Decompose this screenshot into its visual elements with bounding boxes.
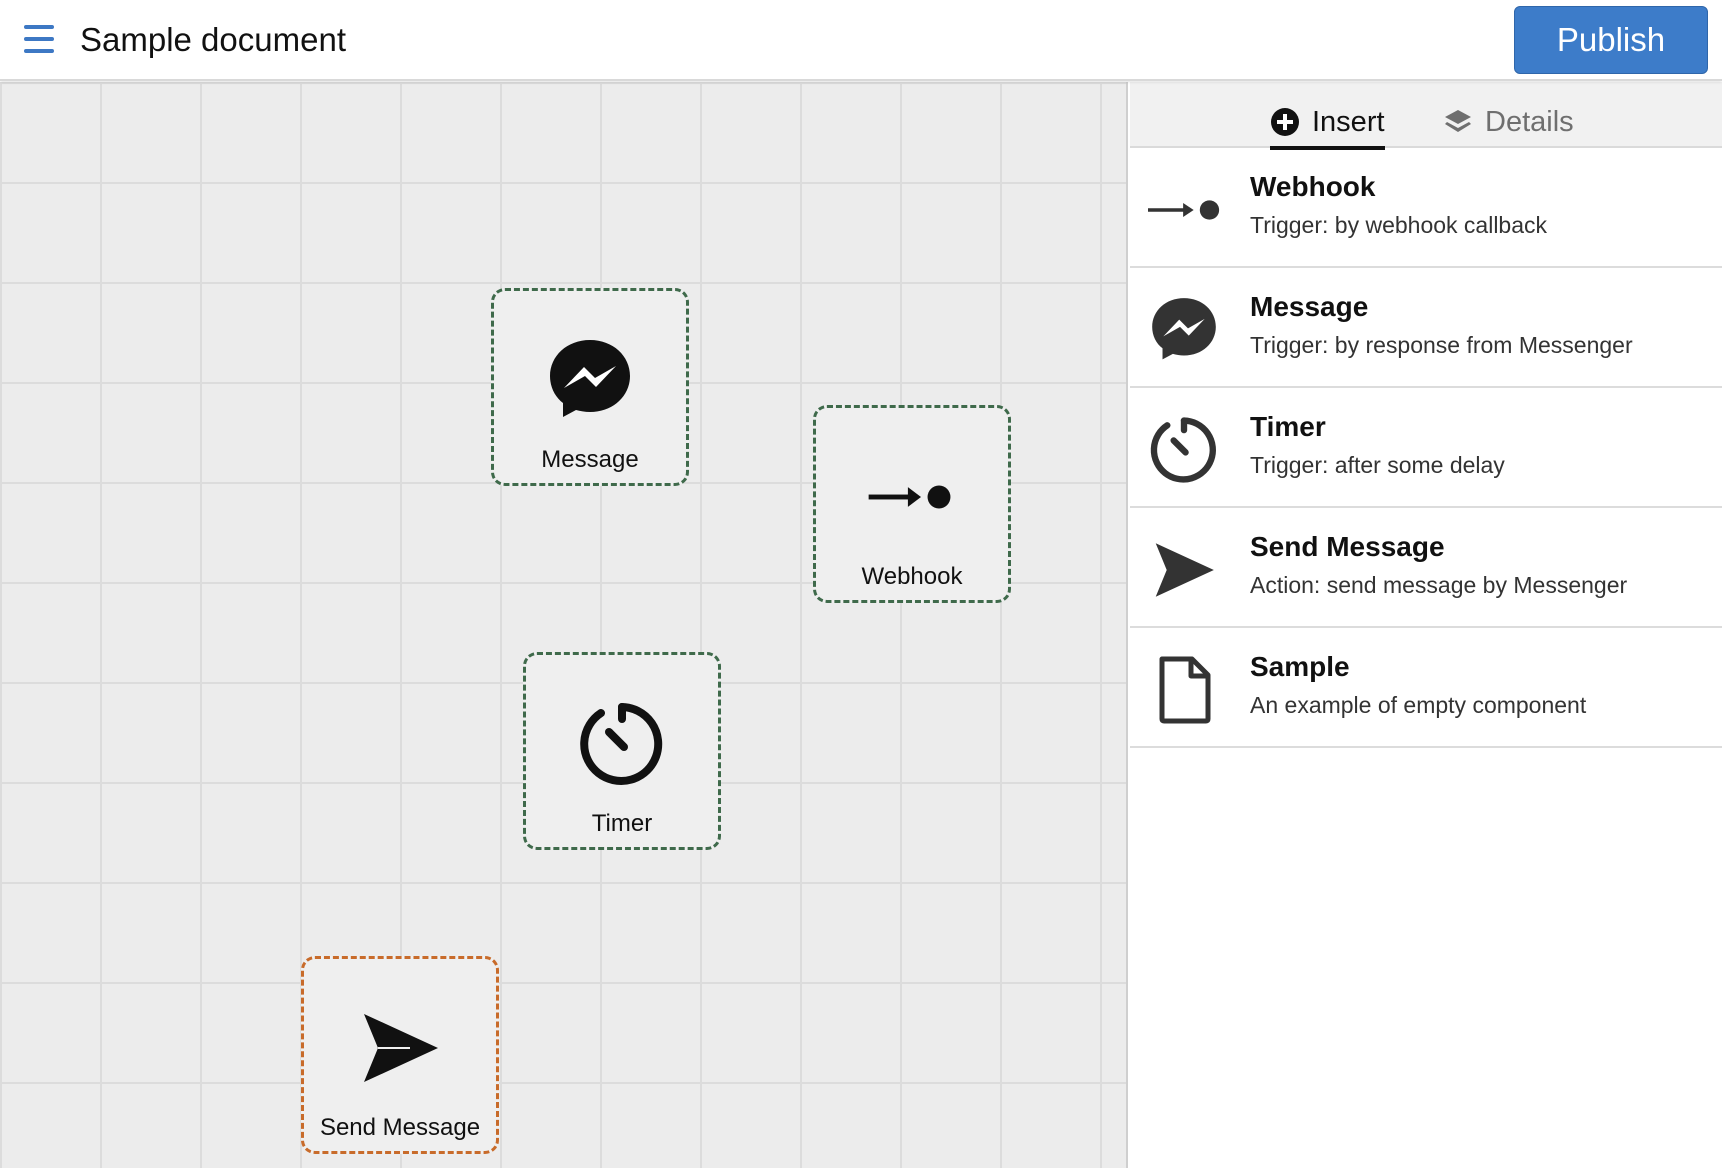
webhook-icon <box>1148 174 1220 246</box>
component-item-webhook[interactable]: Webhook Trigger: by webhook callback <box>1130 148 1722 268</box>
document-icon <box>1148 654 1220 726</box>
side-panel: Insert Details Webhook Trigger: by webho… <box>1130 82 1722 1168</box>
webhook-icon <box>867 452 957 542</box>
layers-icon <box>1443 107 1473 137</box>
component-item-timer[interactable]: Timer Trigger: after some delay <box>1130 388 1722 508</box>
node-label: Webhook <box>861 563 963 590</box>
node-label: Send Message <box>319 1114 481 1141</box>
component-item-sample[interactable]: Sample An example of empty component <box>1130 628 1722 748</box>
timer-icon <box>1148 414 1220 486</box>
component-item-message[interactable]: Message Trigger: by response from Messen… <box>1130 268 1722 388</box>
panel-tabs: Insert Details <box>1130 82 1722 150</box>
component-item-send-message[interactable]: Send Message Action: send message by Mes… <box>1130 508 1722 628</box>
send-icon <box>1148 534 1220 606</box>
tab-insert[interactable]: Insert <box>1270 96 1385 150</box>
component-title: Message <box>1250 291 1369 322</box>
component-description: An example of empty component <box>1250 692 1587 718</box>
component-list: Webhook Trigger: by webhook callback Mes… <box>1130 148 1722 748</box>
node-label: Timer <box>591 810 653 837</box>
tab-label: Details <box>1485 105 1574 138</box>
messenger-icon <box>545 335 635 425</box>
send-icon <box>355 1003 445 1093</box>
node-label: Message <box>541 446 639 473</box>
component-title: Webhook <box>1250 171 1376 202</box>
component-description: Trigger: by webhook callback <box>1250 212 1548 238</box>
timer-icon <box>577 699 667 789</box>
component-title: Timer <box>1250 411 1326 442</box>
canvas-node-message[interactable]: Message <box>491 288 689 486</box>
component-description: Action: send message by Messenger <box>1250 572 1628 598</box>
plus-circle-icon <box>1270 107 1300 137</box>
tab-details[interactable]: Details <box>1443 96 1574 148</box>
document-title: Sample document <box>80 21 346 58</box>
component-title: Sample <box>1250 651 1350 682</box>
component-description: Trigger: after some delay <box>1250 452 1505 478</box>
component-title: Send Message <box>1250 531 1445 562</box>
publish-button[interactable]: Publish <box>1514 6 1708 74</box>
component-description: Trigger: by response from Messenger <box>1250 332 1633 358</box>
messenger-icon <box>1148 294 1220 366</box>
hamburger-menu-icon[interactable] <box>22 24 56 56</box>
tab-label: Insert <box>1312 105 1385 138</box>
workflow-canvas[interactable]: Message Webhook Timer Send Message <box>0 82 1128 1168</box>
canvas-node-send-message[interactable]: Send Message <box>301 956 499 1154</box>
canvas-node-webhook[interactable]: Webhook <box>813 405 1011 603</box>
top-bar: Sample document Publish <box>0 0 1722 81</box>
canvas-node-timer[interactable]: Timer <box>523 652 721 850</box>
